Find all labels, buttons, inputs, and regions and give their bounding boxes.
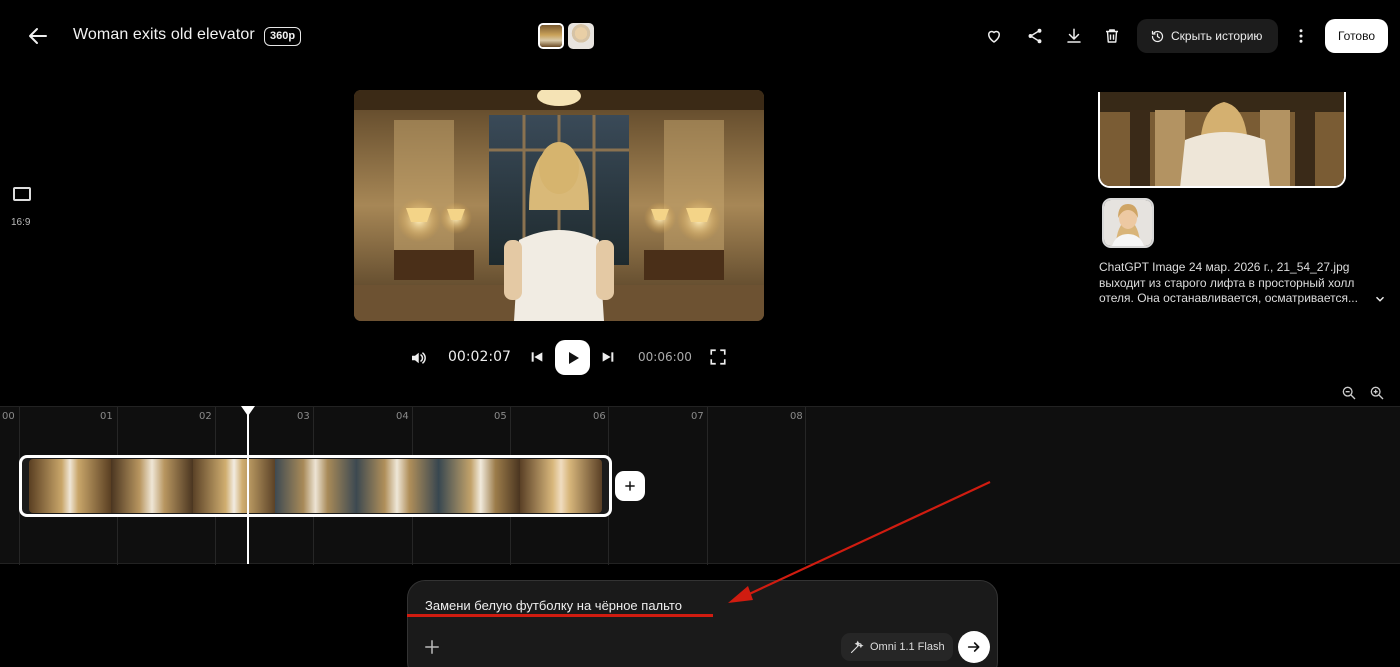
page-title: Woman exits old elevator [73, 26, 255, 43]
plus-icon [425, 640, 439, 654]
add-attachment-button[interactable] [423, 638, 441, 656]
timeline-tick-label: 05 [494, 411, 507, 422]
send-button[interactable] [958, 631, 990, 663]
heart-icon [988, 30, 1000, 43]
timeline-tick-label: 04 [396, 411, 409, 422]
trash-icon [1106, 29, 1118, 43]
arrow-right-icon [967, 642, 980, 652]
play-button[interactable] [555, 340, 590, 375]
fullscreen-button[interactable] [708, 347, 728, 367]
model-name: Omni 1.1 Flash [870, 641, 945, 653]
expand-description-button[interactable] [1373, 292, 1387, 306]
history-icon [1151, 30, 1164, 42]
resolution-badge: 360p [264, 27, 302, 46]
timeline-tick-label: 07 [691, 411, 704, 422]
prompt-description-line-1: выходит из старого лифта в просторный хо… [1099, 276, 1355, 290]
clip-frame [356, 459, 439, 513]
history-preview-image [1100, 92, 1344, 186]
reference-thumbnail-portrait[interactable] [568, 23, 594, 49]
zoom-out-button[interactable] [1341, 385, 1357, 401]
history-preview-thumbnail[interactable] [1098, 92, 1346, 188]
playhead[interactable] [247, 406, 249, 564]
clip-frame [192, 459, 275, 513]
more-options-button[interactable] [1290, 25, 1312, 47]
plus-icon [625, 481, 635, 491]
timeline-tick [707, 407, 708, 565]
current-time: 00:02:07 [448, 349, 511, 365]
reference-thumbnail-scene[interactable] [538, 23, 564, 49]
prompt-description: выходит из старого лифта в просторный хо… [1099, 276, 1361, 306]
timeline-tick-label: 00 [2, 411, 15, 422]
skip-forward-button[interactable] [599, 348, 617, 366]
arrow-left-icon [29, 28, 47, 44]
model-selector[interactable]: Omni 1.1 Flash [841, 633, 953, 661]
done-button[interactable]: Готово [1325, 19, 1388, 53]
share-icon [1028, 28, 1042, 44]
timeline-tick-label: 02 [199, 411, 212, 422]
clip-frame [438, 459, 521, 513]
clip-frame [110, 459, 193, 513]
delete-button[interactable] [1101, 25, 1123, 47]
more-vertical-icon [1299, 29, 1303, 43]
fullscreen-icon [710, 349, 726, 365]
video-frame-image [354, 90, 764, 321]
timeline-tick-label: 01 [100, 411, 113, 422]
clip-filmstrip [29, 459, 602, 513]
volume-button[interactable] [408, 348, 428, 368]
chevron-down-icon [1375, 296, 1385, 302]
download-button[interactable] [1063, 25, 1085, 47]
aspect-ratio-label: 16:9 [11, 217, 31, 228]
zoom-out-icon [1342, 386, 1356, 400]
prompt-description-line-2: отеля. Она останавливается, осматриваетс… [1099, 291, 1358, 305]
timeline-tick [805, 407, 806, 565]
zoom-in-icon [1370, 386, 1384, 400]
hide-history-button[interactable]: Скрыть историю [1137, 19, 1278, 53]
skip-previous-icon [531, 352, 543, 362]
download-icon [1067, 28, 1081, 43]
playhead-handle[interactable] [241, 406, 255, 416]
total-time: 00:06:00 [638, 350, 692, 364]
reference-image-avatar[interactable] [1102, 198, 1154, 248]
skip-back-button[interactable] [528, 348, 546, 366]
favorite-button[interactable] [983, 25, 1005, 47]
clip-frame [29, 459, 111, 513]
clip-frame [520, 459, 602, 513]
clip-frame [274, 459, 357, 513]
timeline-tick-label: 08 [790, 411, 803, 422]
portrait-image [1104, 200, 1152, 246]
hide-history-label: Скрыть историю [1171, 29, 1263, 43]
video-clip[interactable] [19, 455, 612, 517]
prompt-input[interactable]: Замени белую футболку на чёрное пальто [425, 598, 682, 613]
timeline-tick-label: 03 [297, 411, 310, 422]
aspect-ratio-icon[interactable] [13, 187, 31, 201]
share-button[interactable] [1024, 25, 1046, 47]
timeline-tick-label: 06 [593, 411, 606, 422]
magic-wand-icon [850, 640, 864, 653]
play-icon [568, 351, 579, 364]
reference-filename: ChatGPT Image 24 мар. 2026 г., 21_54_27.… [1099, 260, 1350, 274]
skip-next-icon [602, 352, 614, 362]
video-preview[interactable] [354, 90, 764, 321]
add-clip-button[interactable] [615, 471, 645, 501]
annotation-underline [407, 614, 713, 617]
volume-icon [412, 352, 426, 364]
back-button[interactable] [24, 22, 52, 50]
zoom-in-button[interactable] [1369, 385, 1385, 401]
